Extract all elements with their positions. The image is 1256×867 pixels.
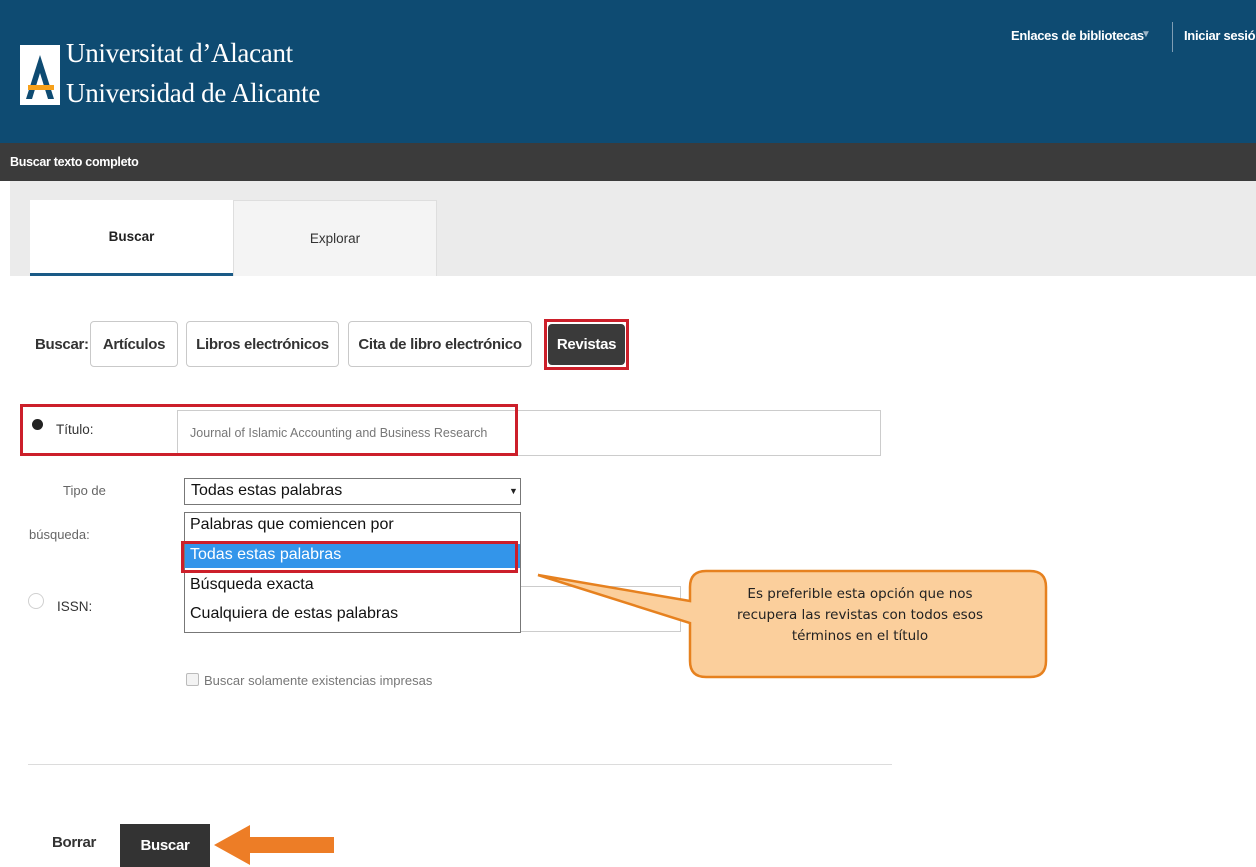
search-type-ebooks-button[interactable]: Libros electrónicos (186, 321, 339, 367)
option-highlight-box (181, 541, 518, 573)
callout-text: Es preferible esta opción que nos recupe… (690, 584, 1030, 647)
form-divider (28, 764, 892, 765)
arrow-left-icon (214, 825, 334, 865)
issn-label: ISSN: (57, 599, 93, 614)
print-only-checkbox[interactable] (186, 673, 199, 686)
search-mode-option[interactable]: Palabras que comiencen por (185, 514, 520, 538)
clear-button[interactable]: Borrar (52, 834, 96, 851)
section-bar (0, 143, 1256, 181)
search-type-articles-button[interactable]: Artículos (90, 321, 178, 367)
callout-line: términos en el título (791, 628, 929, 644)
tab-buscar[interactable]: Buscar (30, 200, 233, 276)
title-highlight-box (20, 404, 518, 456)
search-mode-label-line1: Tipo de (63, 483, 106, 498)
print-only-label: Buscar solamente existencias impresas (204, 673, 433, 688)
login-link[interactable]: Iniciar sesión (1184, 28, 1256, 43)
search-type-ebook-citation-button[interactable]: Cita de libro electrónico (348, 321, 532, 367)
search-type-label: Buscar: (35, 336, 89, 353)
search-button[interactable]: Buscar (120, 824, 210, 867)
search-mode-label-line2: búsqueda: (29, 527, 90, 542)
caret-down-icon[interactable]: ▼ (509, 486, 518, 496)
section-title: Buscar texto completo (10, 155, 139, 169)
brand-name-valencian: Universitat d’Alacant (66, 38, 293, 68)
issn-radio[interactable] (28, 593, 44, 609)
site-header (0, 0, 1256, 143)
callout-line: recupera las revistas con todos esos (737, 607, 983, 623)
university-logo-icon[interactable] (20, 45, 60, 105)
callout-line: Es preferible esta opción que nos (747, 586, 973, 602)
library-links-menu[interactable]: Enlaces de bibliotecas (1011, 28, 1144, 43)
tab-explorar[interactable]: Explorar (233, 200, 437, 276)
chevron-down-icon[interactable]: ▼ (1141, 29, 1151, 40)
header-divider (1172, 22, 1173, 52)
search-mode-option[interactable]: Búsqueda exacta (185, 574, 520, 598)
brand-name-spanish: Universidad de Alicante (66, 78, 321, 108)
search-mode-option[interactable]: Cualquiera de estas palabras (185, 603, 520, 627)
journals-highlight-box (544, 319, 629, 370)
search-mode-select[interactable]: Todas estas palabras (184, 478, 521, 505)
